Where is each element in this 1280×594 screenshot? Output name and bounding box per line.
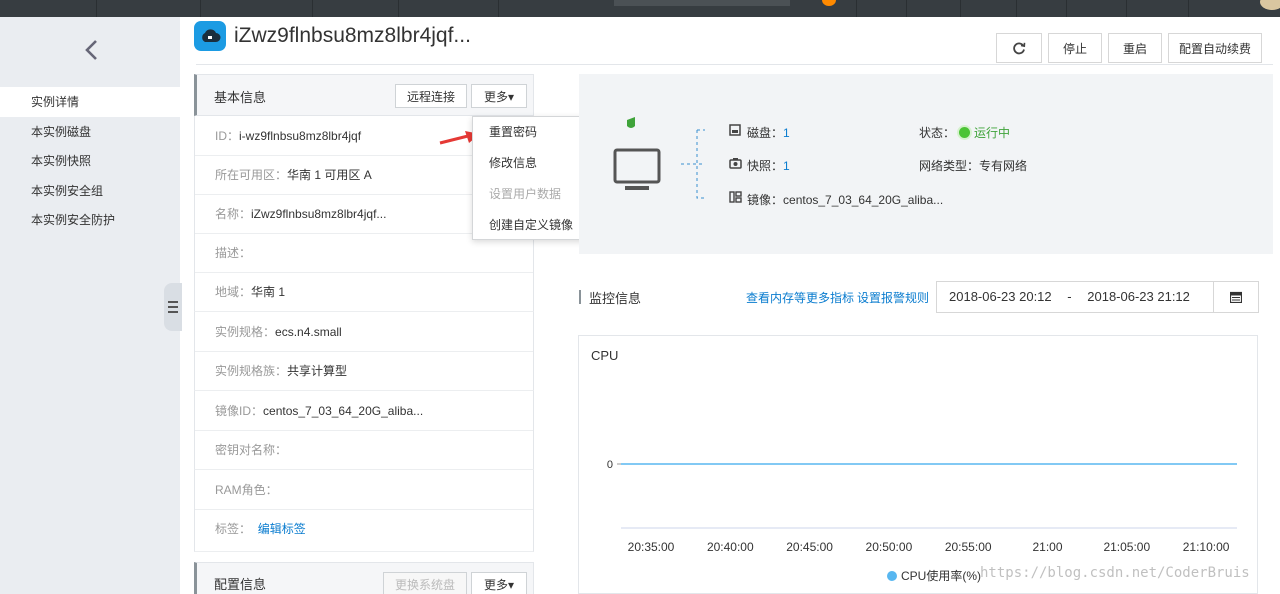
refresh-button[interactable]: [996, 33, 1042, 63]
x-tick-label: 20:45:00: [786, 540, 833, 554]
sidebar-item-disks[interactable]: 本实例磁盘: [0, 117, 180, 147]
top-nav-divider: [1016, 0, 1017, 17]
status-dot-icon: [959, 127, 971, 138]
info-row-instance-type: 实例规格：ecs.n4.small: [194, 312, 534, 352]
top-nav-divider: [1066, 0, 1067, 17]
remote-connect-button[interactable]: 远程连接: [395, 84, 467, 108]
image-label: 镜像：: [747, 193, 784, 207]
page-title: iZwz9flnbsu8mz8lbr4jqf...: [234, 24, 471, 47]
monitor-title-marker: [579, 290, 581, 304]
x-tick-label: 20:50:00: [866, 540, 913, 554]
config-info-header: 配置信息 更换系统盘 更多▾: [194, 562, 534, 594]
instance-overview: 磁盘：1 快照：1 镜像：centos_7_03_64_20G_aliba...…: [579, 74, 1273, 254]
topology-lines: [681, 129, 705, 199]
sidebar-item-security-protection[interactable]: 本实例安全防护: [0, 205, 180, 235]
network-type-value: 专有网络: [979, 159, 1028, 173]
info-row-keypair: 密钥对名称：: [194, 430, 534, 470]
image-value: centos_7_03_64_20G_aliba...: [783, 193, 944, 207]
change-system-disk-button[interactable]: 更换系统盘: [383, 572, 467, 594]
info-row-instance-family: 实例规格族：共享计算型: [194, 351, 534, 391]
sidebar-collapse-handle[interactable]: [164, 283, 182, 331]
camera-icon: [729, 158, 742, 169]
basic-info-header: 基本信息 远程连接 更多▾: [194, 74, 534, 116]
info-row-region: 地域：华南 1: [194, 272, 534, 312]
sidebar: 实例详情 本实例磁盘 本实例快照 本实例安全组 本实例安全防护: [0, 17, 180, 594]
alarm-rules-link[interactable]: 设置报警规则: [857, 289, 929, 306]
monitor-title: 监控信息: [589, 291, 642, 306]
header-divider: [196, 64, 1273, 65]
more-dropdown-button[interactable]: 更多▾: [471, 84, 527, 108]
config-info-title: 配置信息: [214, 577, 267, 592]
y-tick-label: 0: [607, 459, 613, 471]
x-tick-label: 20:35:00: [628, 540, 675, 554]
x-tick-label: 21:10:00: [1183, 540, 1230, 554]
top-nav-divider: [96, 0, 97, 17]
time-range-input[interactable]: 2018-06-23 20:12 - 2018-06-23 21:12: [936, 281, 1214, 313]
top-nav-divider: [398, 0, 399, 17]
x-tick-label: 20:40:00: [707, 540, 754, 554]
basic-info-title: 基本信息: [214, 90, 267, 105]
sidebar-item-snapshots[interactable]: 本实例快照: [0, 146, 180, 176]
top-nav-divider: [856, 0, 857, 17]
config-more-button[interactable]: 更多▾: [471, 572, 527, 594]
x-tick-label: 21:05:00: [1103, 540, 1150, 554]
sidebar-item-security-groups[interactable]: 本实例安全组: [0, 176, 180, 206]
image-icon: [729, 191, 742, 203]
stop-button[interactable]: 停止: [1048, 33, 1102, 63]
top-nav-divider: [498, 0, 499, 17]
network-type-label: 网络类型：: [919, 159, 980, 173]
avatar[interactable]: [1260, 0, 1280, 10]
top-nav-divider: [906, 0, 907, 17]
status-label: 状态：: [919, 126, 956, 140]
info-row-tags: 标签： 编辑标签: [194, 509, 534, 552]
notification-icon[interactable]: [822, 0, 836, 6]
top-nav-divider: [1126, 0, 1127, 17]
menu-icon: [168, 301, 178, 313]
disk-icon: [729, 124, 741, 136]
disk-label: 磁盘：: [747, 126, 784, 140]
sidebar-item-instance-details[interactable]: 实例详情: [0, 87, 180, 117]
auto-renew-button[interactable]: 配置自动续费: [1168, 33, 1262, 63]
x-tick-label: 21:00: [1032, 540, 1062, 554]
top-nav-divider: [200, 0, 201, 17]
calendar-button[interactable]: [1213, 281, 1259, 313]
legend-marker: [887, 571, 897, 581]
range-end: 2018-06-23 21:12: [1087, 289, 1190, 304]
info-row-image-id: 镜像ID：centos_7_03_64_20G_aliba...: [194, 391, 534, 431]
range-start: 2018-06-23 20:12: [949, 289, 1052, 304]
chevron-left-icon[interactable]: [80, 37, 102, 63]
calendar-icon: [1230, 291, 1242, 303]
top-search-input[interactable]: [614, 0, 790, 6]
range-separator: -: [1067, 289, 1072, 304]
top-nav-bar: [0, 0, 1280, 17]
snapshot-count-link[interactable]: 1: [783, 159, 790, 173]
monitor-icon: [613, 117, 661, 190]
restart-button[interactable]: 重启: [1108, 33, 1162, 63]
more-metrics-link[interactable]: 查看内存等更多指标: [746, 289, 854, 306]
top-nav-divider: [312, 0, 313, 17]
cpu-chart: CPU 0 20:35:00 20:40:00 20:45:00 20:50:00 20:…: [578, 335, 1258, 594]
cpu-chart-plot: 0 20:35:00 20:40:00 20:45:00 20:50:00 20:55:0…: [607, 459, 1237, 583]
top-nav-divider: [960, 0, 961, 17]
info-row-ram-role: RAM角色：: [194, 470, 534, 510]
disk-count-link[interactable]: 1: [783, 126, 790, 140]
refresh-icon: [1013, 42, 1026, 55]
snapshot-label: 快照：: [747, 159, 784, 173]
status-badge: 运行中: [974, 126, 1011, 140]
cloud-server-icon: [194, 21, 226, 51]
watermark: https://blog.csdn.net/CoderBruis: [980, 565, 1250, 581]
legend-label: CPU使用率(%): [901, 568, 981, 583]
page-header: iZwz9flnbsu8mz8lbr4jqf... 停止 重启 配置自动续费: [180, 17, 1280, 65]
top-nav-divider: [1188, 0, 1189, 17]
edit-tags-link[interactable]: 编辑标签: [258, 522, 306, 536]
x-tick-label: 20:55:00: [945, 540, 992, 554]
